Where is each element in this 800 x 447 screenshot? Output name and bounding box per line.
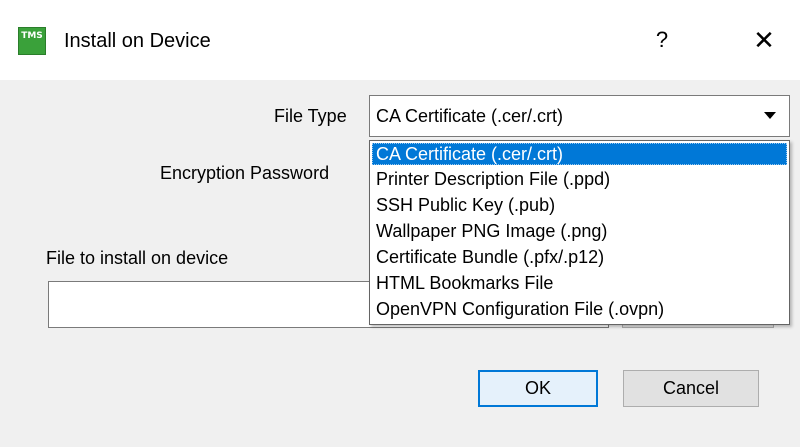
- app-logo-icon: TMS: [18, 27, 46, 55]
- dropdown-option[interactable]: Certificate Bundle (.pfx/.p12): [372, 246, 787, 268]
- dropdown-option[interactable]: Wallpaper PNG Image (.png): [372, 220, 787, 242]
- file-type-value: CA Certificate (.cer/.crt): [376, 106, 564, 126]
- dropdown-option[interactable]: SSH Public Key (.pub): [372, 194, 787, 216]
- chevron-down-icon[interactable]: [764, 112, 776, 119]
- app-logo-text: TMS: [21, 31, 43, 41]
- help-button[interactable]: ?: [642, 22, 682, 58]
- window-title: Install on Device: [64, 30, 211, 52]
- dropdown-option[interactable]: Printer Description File (.ppd): [372, 168, 787, 190]
- file-type-dropdown-list: CA Certificate (.cer/.crt) Printer Descr…: [369, 140, 790, 325]
- dropdown-option[interactable]: CA Certificate (.cer/.crt): [372, 143, 787, 165]
- encryption-password-label: Encryption Password: [160, 163, 330, 183]
- dropdown-option[interactable]: OpenVPN Configuration File (.ovpn): [372, 298, 787, 320]
- title-bar: TMS Install on Device ? ✕: [0, 0, 800, 80]
- file-type-combobox[interactable]: CA Certificate (.cer/.crt): [369, 95, 790, 137]
- install-dialog: TMS Install on Device ? ✕ File Type CA C…: [0, 0, 800, 447]
- cancel-button[interactable]: Cancel: [623, 370, 759, 407]
- close-button[interactable]: ✕: [744, 22, 784, 58]
- file-to-install-label: File to install on device: [46, 248, 229, 268]
- ok-button[interactable]: OK: [478, 370, 598, 407]
- file-type-label: File Type: [274, 106, 347, 126]
- dropdown-option[interactable]: HTML Bookmarks File: [372, 272, 787, 294]
